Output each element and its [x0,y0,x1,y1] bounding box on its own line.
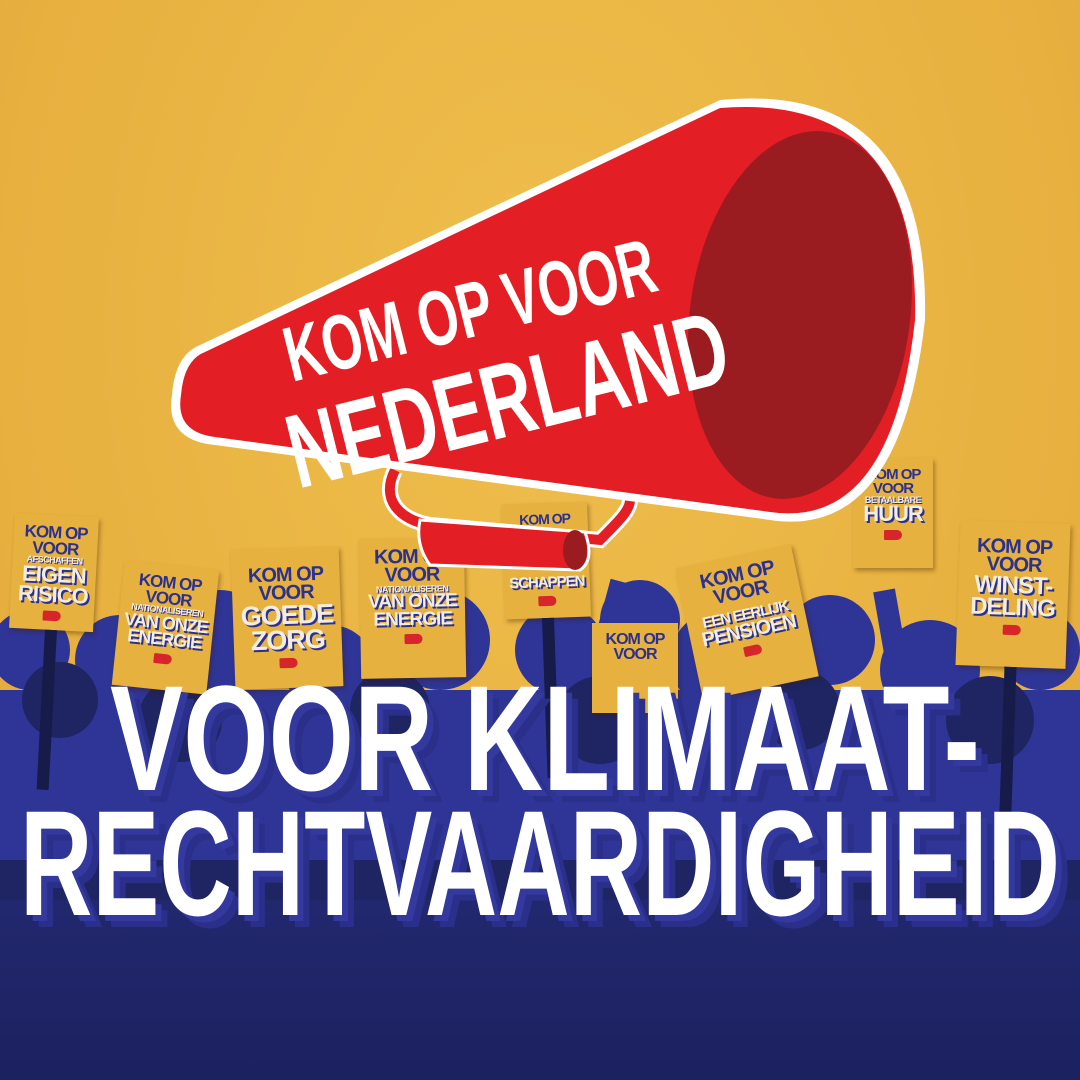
headline-line2: RECHTVAARDIGHEID [20,779,1060,947]
headline: VOOR KLIMAAT- RECHTVAARDIGHEID VOOR KLIM… [20,654,1072,959]
